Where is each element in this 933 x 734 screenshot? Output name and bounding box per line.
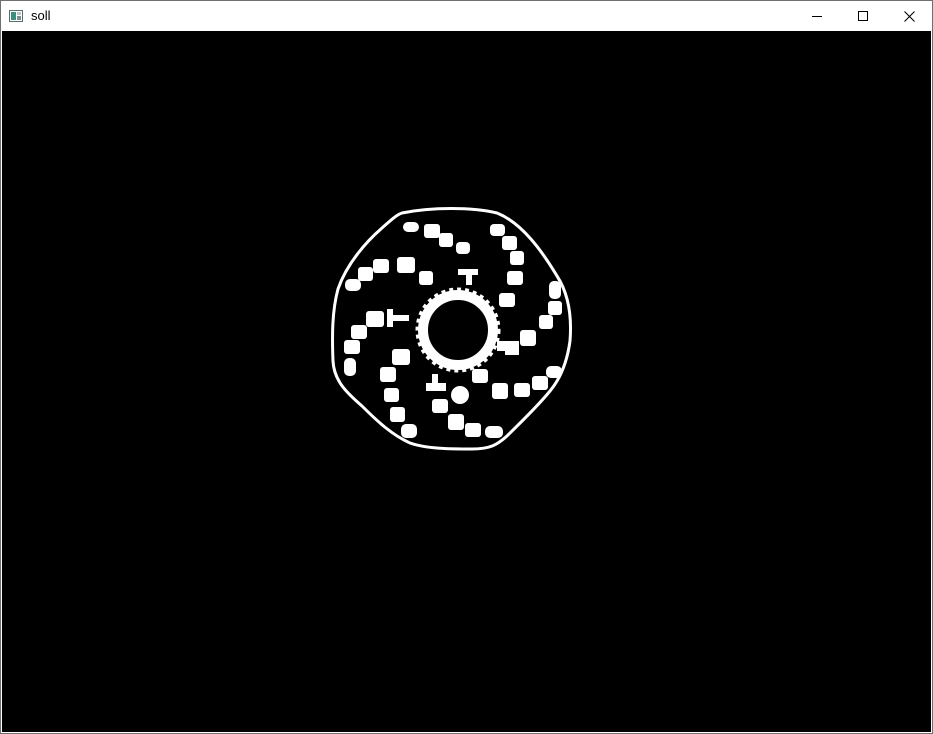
blob <box>344 358 356 376</box>
blob <box>497 341 519 355</box>
blob <box>373 259 389 273</box>
blob <box>499 293 515 307</box>
blob <box>366 311 384 327</box>
blob <box>458 269 478 285</box>
rotor-contour-image <box>331 207 572 451</box>
blob <box>351 325 367 339</box>
blob <box>548 301 562 315</box>
blob <box>392 349 410 365</box>
blob <box>532 376 548 390</box>
blob <box>520 330 536 346</box>
blob <box>344 340 360 354</box>
blob <box>514 383 530 397</box>
blob <box>397 257 415 273</box>
blob <box>490 224 505 236</box>
blob <box>380 367 396 382</box>
image-canvas <box>2 31 931 732</box>
blob <box>502 236 517 250</box>
close-button[interactable] <box>886 1 932 31</box>
blob <box>345 279 361 291</box>
blob <box>439 233 453 247</box>
image-window-icon <box>9 9 23 22</box>
blob <box>465 423 481 437</box>
blob <box>507 271 523 285</box>
title-bar[interactable]: soll <box>1 1 932 31</box>
blob <box>472 369 488 383</box>
blob <box>390 407 405 422</box>
minimize-button[interactable] <box>794 1 840 31</box>
blob <box>549 281 561 299</box>
minimize-icon <box>812 16 822 17</box>
blob <box>424 224 440 238</box>
blob <box>426 374 446 391</box>
blob <box>492 383 508 399</box>
spiral-blobs <box>344 222 562 438</box>
close-icon <box>903 10 915 22</box>
blob <box>419 271 433 285</box>
maximize-icon <box>858 11 868 21</box>
window-title: soll <box>31 8 51 23</box>
blob <box>448 414 464 430</box>
blob <box>485 426 503 438</box>
blob <box>510 251 524 265</box>
blob <box>539 315 553 329</box>
blob <box>387 309 409 327</box>
blob <box>403 222 419 232</box>
hub-ring-teeth <box>415 287 501 373</box>
dot-marker <box>451 386 469 404</box>
blob <box>358 267 373 281</box>
blob <box>401 424 417 438</box>
blob <box>432 399 448 413</box>
blob <box>384 388 399 402</box>
blob <box>546 366 562 378</box>
hub-ring <box>418 290 498 370</box>
maximize-button[interactable] <box>840 1 886 31</box>
app-window: soll <box>0 0 933 734</box>
blob <box>456 242 470 254</box>
